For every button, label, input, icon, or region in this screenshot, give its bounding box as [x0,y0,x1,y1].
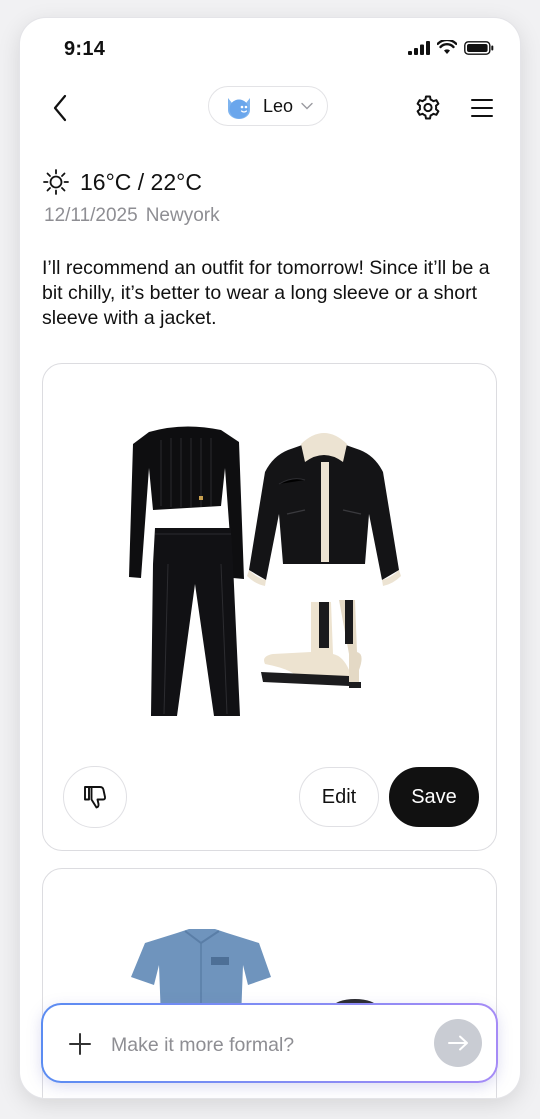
thumbs-down-icon [84,786,106,809]
boots-image [261,600,362,688]
outfit-image [129,426,401,716]
avatar [228,98,250,119]
back-button[interactable] [42,90,78,126]
status-icons [408,40,494,55]
location: Newyork [145,205,220,226]
gear-icon [416,95,440,120]
chevron-down-icon [301,102,313,110]
battery-icon [464,40,494,55]
sun-icon [43,169,69,195]
back-icon [53,94,67,122]
menu-icon [471,99,493,117]
profile-selector[interactable]: Leo [208,86,328,126]
menu-button[interactable] [464,90,500,126]
chat-input-container [43,1005,496,1081]
settings-button[interactable] [410,90,446,126]
edit-button[interactable]: Edit [299,767,379,827]
status-bar: 9:14 [20,18,520,78]
wifi-icon [437,40,457,54]
outfit-card: Edit Save [42,363,497,851]
chat-input-bar [41,1003,498,1083]
cellular-signal-icon [408,40,430,55]
arrow-right-icon [448,1035,468,1051]
date: 12/11/2025 [44,205,138,226]
save-button[interactable]: Save [389,767,479,827]
top-bar: Leo [20,86,520,130]
chat-input[interactable] [109,1025,413,1065]
jacket-image [247,433,401,586]
add-attachment-button[interactable] [67,1031,93,1057]
temperature: 16°C / 22°C [80,168,202,195]
date-location: 12/11/2025 Newyork [44,205,220,227]
weather-row: 16°C / 22°C [42,168,202,196]
trousers-image [151,528,240,716]
send-button[interactable] [434,1019,482,1067]
recommendation-message: I’ll recommend an outfit for tomorrow! S… [42,257,490,329]
dislike-button[interactable] [63,766,127,828]
phone-screen: 9:14 Leo 16°C / 22°C 12/11/2025 Newyork … [20,18,520,1098]
status-time: 9:14 [64,38,106,60]
profile-name: Leo [263,95,294,116]
